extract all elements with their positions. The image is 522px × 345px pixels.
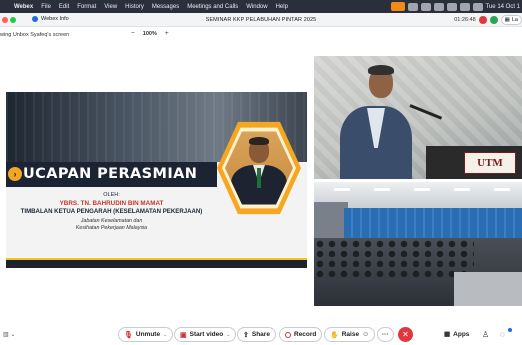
status-icon[interactable] [420, 2, 431, 11]
layout-button[interactable]: ▦ La [500, 15, 522, 25]
shared-screen-bar: wing Unbox Syafeq's screen − 100% + [0, 28, 522, 42]
viewing-screen-label: wing Unbox Syafeq's screen [0, 32, 70, 38]
raise-hand-icon: ✋ [330, 331, 339, 339]
more-options-button[interactable]: ··· [377, 327, 394, 342]
slide-footer-bar [6, 260, 307, 268]
slide-title: UCAPAN PERASMIAN [23, 166, 198, 182]
meeting-title-bar: Webex Info SEMINAR KKP PELABUHAN PINTAR … [0, 13, 522, 27]
shared-slide: › UCAPAN PERASMIAN OLEH: YBRS. TN. BAHRU… [6, 92, 307, 268]
zoom-in-button[interactable]: + [165, 30, 169, 37]
grid-icon: ▦ [504, 17, 510, 23]
menu-messages[interactable]: Messages [148, 4, 183, 10]
zoom-level[interactable]: 100% [143, 31, 157, 37]
slide-oleh: OLEH: [103, 192, 120, 198]
podium-sign: UTM [464, 152, 516, 174]
muted-microphone-icon: 🎙 [124, 331, 133, 339]
zoom-controls: − 100% + [131, 30, 169, 37]
meeting-controls-bar: ▥ ⌄ 🎙 Unmute ⌄ ▣ Start video ⌄ ⇪ Share R… [0, 322, 522, 345]
menu-bar-status-area: Tue 14 Oct 1 [390, 0, 522, 13]
chevron-right-icon: › [8, 167, 22, 181]
apps-label: Apps [453, 330, 470, 338]
menu-format[interactable]: Format [73, 4, 100, 10]
chevron-down-icon[interactable]: ⌄ [163, 332, 167, 338]
wifi-icon[interactable] [459, 2, 470, 11]
menu-help[interactable]: Help [272, 4, 292, 10]
menu-history[interactable]: History [121, 4, 148, 10]
start-video-button[interactable]: ▣ Start video ⌄ [174, 327, 237, 342]
menu-window[interactable]: Window [242, 4, 271, 10]
menu-file[interactable]: File [37, 4, 55, 10]
meeting-timer: 01:26:48 [454, 17, 476, 23]
status-icon[interactable] [446, 2, 457, 11]
status-icon[interactable] [433, 2, 444, 11]
raise-hand-button[interactable]: ✋ Raise ☺ [324, 327, 376, 342]
title-bar-right: 01:26:48 ▦ La [454, 15, 522, 25]
video-off-icon: ▣ [180, 331, 187, 339]
slide-department-line1: Jabatan Keselamatan dan [80, 218, 143, 224]
chat-icon[interactable]: ◌ [500, 330, 505, 339]
slide-speaker-name: YBRS. TN. BAHRUDIN BIN MAMAT [59, 200, 164, 207]
apps-grid-icon: ▦ [444, 331, 451, 338]
reactions-icon[interactable]: ☺ [362, 331, 369, 338]
unmute-button[interactable]: 🎙 Unmute ⌄ [118, 327, 174, 342]
layout-button-label: La [511, 17, 518, 23]
recording-indicator-icon[interactable] [478, 16, 487, 24]
raise-label: Raise [341, 331, 360, 338]
zoom-out-button[interactable]: − [131, 30, 135, 37]
share-screen-icon: ⇪ [243, 331, 249, 339]
slide-speaker-role: TIMBALAN KETUA PENGARAH (KESELAMATAN PEK… [20, 208, 203, 215]
slide-department-line2: Kesihatan Pekerjaan Malaysia [75, 225, 148, 231]
menu-edit[interactable]: Edit [55, 4, 73, 10]
webex-meeting-window: Webex File Edit Format View History Mess… [0, 0, 522, 345]
video-tile-audience[interactable] [314, 182, 522, 306]
screen-share-indicator-icon[interactable] [390, 2, 405, 11]
connection-status-icon[interactable] [489, 16, 498, 24]
unmute-label: Unmute [135, 331, 161, 338]
macos-menu-bar: Webex File Edit Format View History Mess… [0, 0, 522, 13]
hall-wall-panel [344, 208, 522, 242]
record-icon [285, 331, 291, 338]
menu-app-webex[interactable]: Webex [10, 4, 37, 10]
participants-icon[interactable]: ♙ [482, 330, 489, 339]
menu-view[interactable]: View [100, 4, 121, 10]
record-button[interactable]: Record [279, 327, 323, 342]
apps-button[interactable]: ▦ Apps [444, 330, 470, 339]
more-options-label: ··· [382, 331, 389, 338]
menu-meetings-and-calls[interactable]: Meetings and Calls [183, 4, 242, 10]
menu-bar-clock[interactable]: Tue 14 Oct 1 [486, 4, 520, 10]
chevron-down-icon[interactable]: ⌄ [226, 332, 230, 338]
record-label: Record [294, 331, 317, 338]
share-button[interactable]: ⇪ Share [237, 327, 276, 342]
notification-badge [508, 328, 512, 332]
meeting-title: SEMINAR KKP PELABUHAN PINTAR 2025 [205, 17, 317, 23]
status-icon[interactable] [407, 2, 418, 11]
video-tile-speaker[interactable]: UTM [314, 56, 522, 179]
search-icon[interactable] [472, 2, 483, 11]
start-video-label: Start video [189, 331, 224, 338]
layout-dropdown-icon[interactable]: ▥ ⌄ [3, 331, 15, 338]
leave-meeting-button[interactable]: ✕ [398, 327, 413, 342]
share-label: Share [251, 331, 270, 338]
